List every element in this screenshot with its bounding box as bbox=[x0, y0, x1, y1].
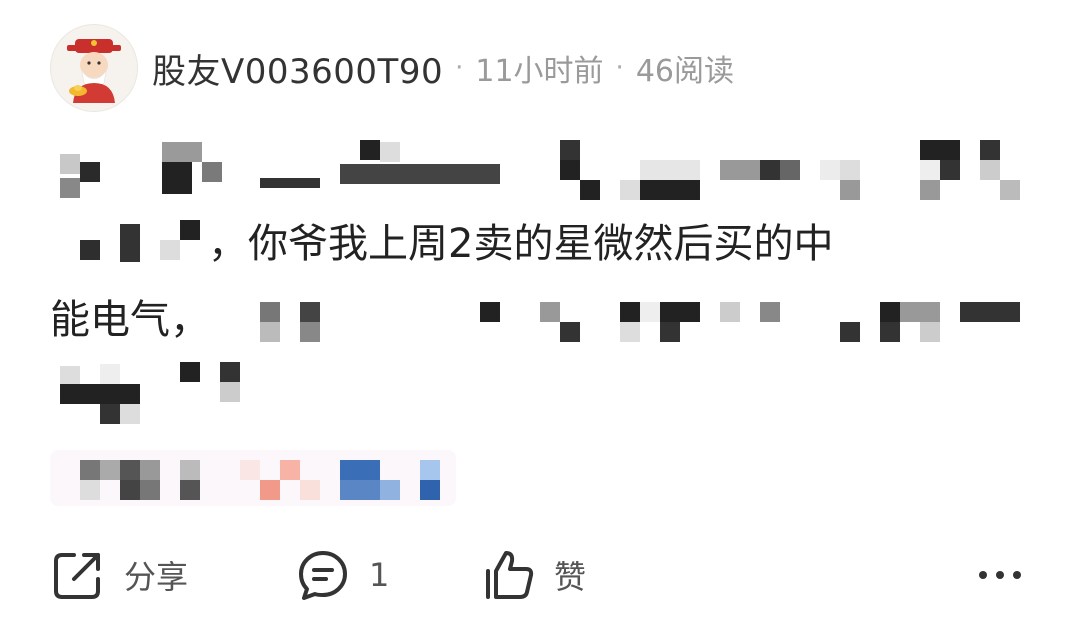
share-label: 分享 bbox=[124, 558, 189, 596]
post-actions: 分享 1 赞 bbox=[50, 540, 1030, 610]
post-content[interactable]: ，你爷我上周2卖的星微然后买的中 能电气， bbox=[50, 134, 1040, 434]
redacted-text-line-2-prefix bbox=[50, 212, 210, 272]
redacted-text-line-4 bbox=[50, 356, 270, 426]
post-meta: 股友V003600T90 · 11小时前 · 46阅读 bbox=[152, 44, 734, 93]
post-text-line-2: ，你爷我上周2卖的星微然后买的中 bbox=[208, 221, 834, 267]
like-button[interactable]: 赞 bbox=[480, 540, 586, 610]
post-time: 11小时前 bbox=[475, 54, 604, 89]
post-header: 股友V003600T90 · 11小时前 · 46阅读 bbox=[50, 24, 734, 112]
more-icon bbox=[979, 571, 1021, 579]
like-label: 赞 bbox=[554, 558, 587, 596]
meta-separator: · bbox=[455, 53, 464, 83]
post-card: 股友V003600T90 · 11小时前 · 46阅读 ，你爷我上周2卖的星微然… bbox=[0, 0, 1079, 640]
avatar[interactable] bbox=[50, 24, 138, 112]
share-icon bbox=[54, 553, 100, 599]
meta-separator: · bbox=[615, 53, 624, 83]
comment-icon bbox=[299, 551, 347, 600]
view-count: 46阅读 bbox=[635, 54, 734, 89]
thumbs-up-icon bbox=[486, 551, 534, 599]
redacted-text-line-3-suffix bbox=[250, 294, 1030, 354]
author-name[interactable]: 股友V003600T90 bbox=[152, 44, 443, 93]
more-button[interactable] bbox=[970, 540, 1030, 610]
redacted-text-line-1 bbox=[50, 134, 1020, 204]
caishen-avatar-icon bbox=[67, 39, 121, 103]
comment-count: 1 bbox=[369, 556, 390, 594]
post-text-line-3: 能电气， bbox=[50, 297, 210, 343]
redacted-link[interactable] bbox=[50, 450, 456, 506]
comment-button[interactable]: 1 bbox=[295, 540, 389, 610]
share-button[interactable]: 分享 bbox=[50, 540, 188, 610]
